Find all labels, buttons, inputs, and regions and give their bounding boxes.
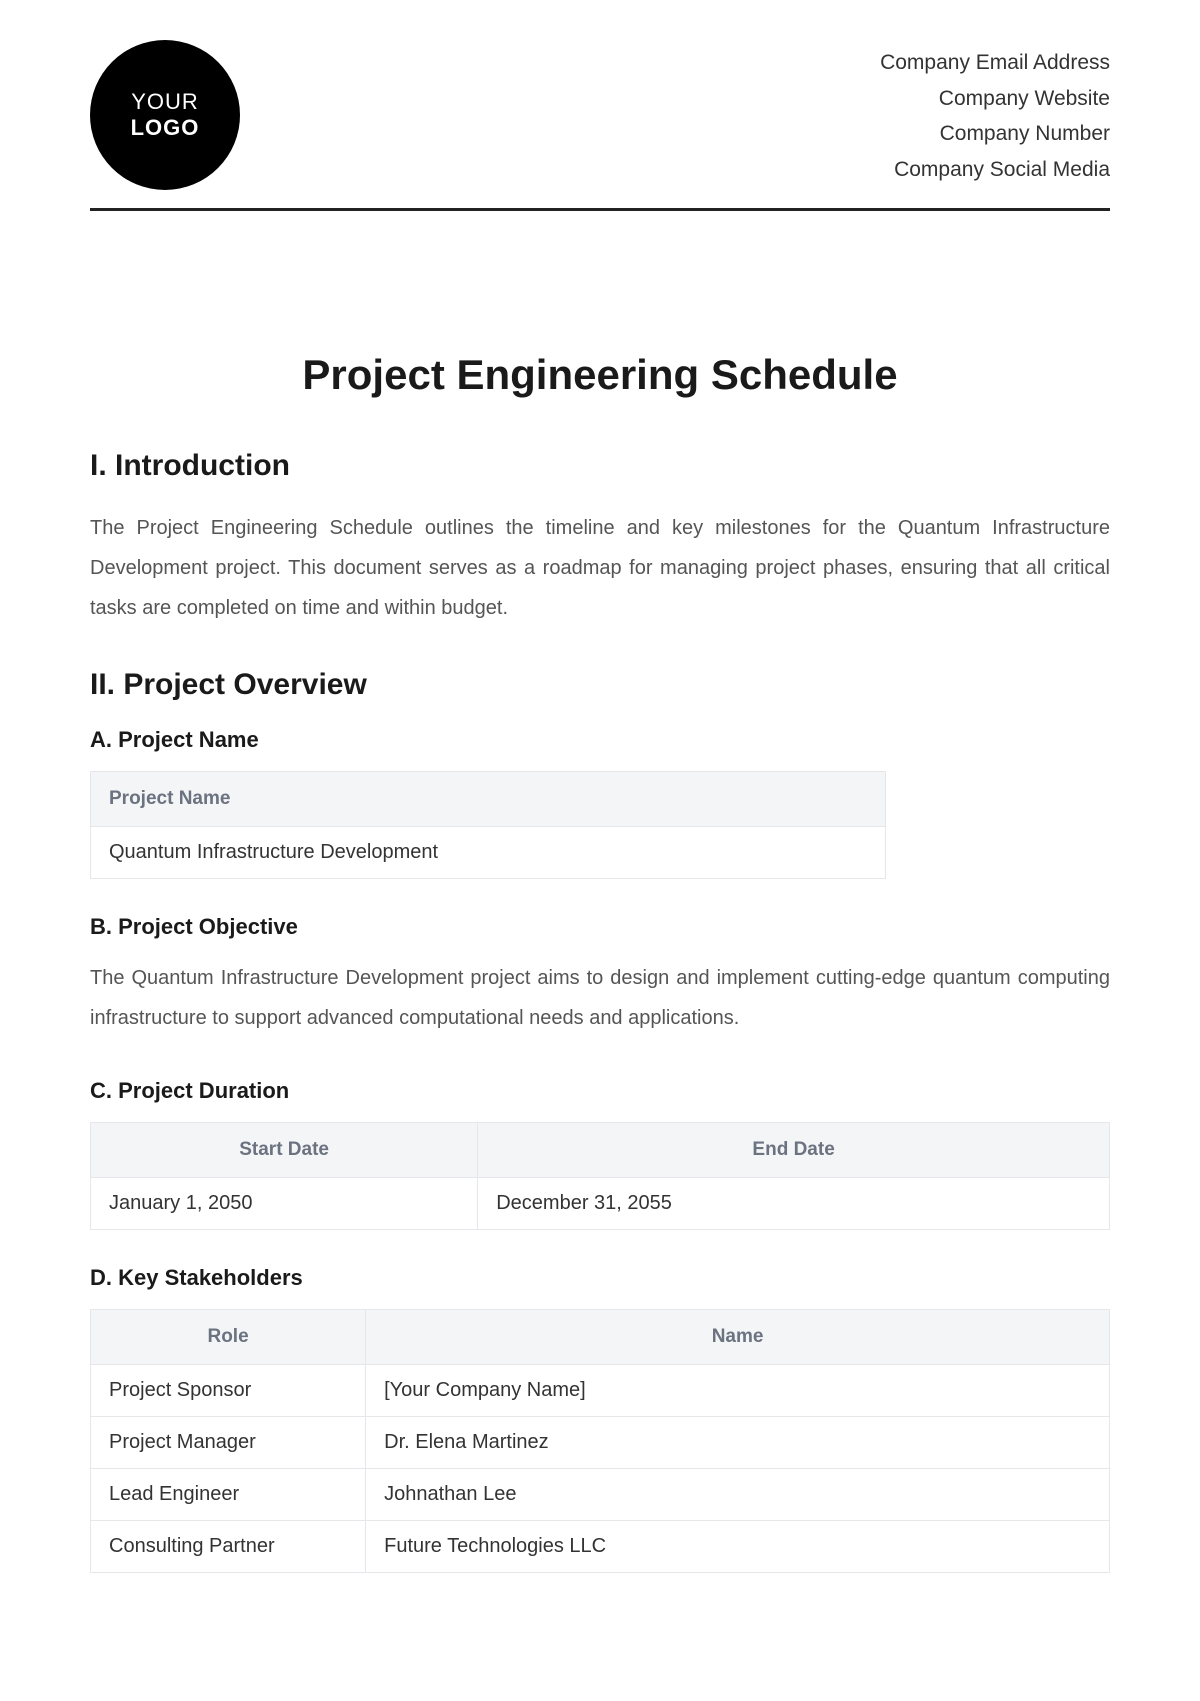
table-row: January 1, 2050 December 31, 2055: [91, 1178, 1110, 1230]
objective-body: The Quantum Infrastructure Development p…: [90, 958, 1110, 1038]
table-row: Consulting Partner Future Technologies L…: [91, 1521, 1110, 1573]
company-info-block: Company Email Address Company Website Co…: [880, 40, 1110, 188]
project-name-table: Project Name Quantum Infrastructure Deve…: [90, 771, 886, 879]
table-row: Project Sponsor [Your Company Name]: [91, 1365, 1110, 1417]
company-social: Company Social Media: [880, 152, 1110, 188]
duration-table: Start Date End Date January 1, 2050 Dece…: [90, 1122, 1110, 1230]
section-overview-heading: II. Project Overview: [90, 668, 1110, 702]
stakeholders-table: Role Name Project Sponsor [Your Company …: [90, 1309, 1110, 1573]
table-row: Quantum Infrastructure Development: [91, 827, 886, 879]
project-name-header: Project Name: [91, 772, 886, 827]
stakeholder-role: Consulting Partner: [91, 1521, 366, 1573]
duration-start-value: January 1, 2050: [91, 1178, 478, 1230]
table-row: Project Manager Dr. Elena Martinez: [91, 1417, 1110, 1469]
company-email: Company Email Address: [880, 45, 1110, 81]
logo-text-line2: LOGO: [131, 115, 200, 141]
subsection-project-name-heading: A. Project Name: [90, 727, 1110, 753]
duration-header-end: End Date: [478, 1123, 1110, 1178]
stakeholder-role: Project Manager: [91, 1417, 366, 1469]
table-row: Lead Engineer Johnathan Lee: [91, 1469, 1110, 1521]
header-divider: [90, 208, 1110, 211]
subsection-duration-heading: C. Project Duration: [90, 1078, 1110, 1104]
logo-text-line1: YOUR: [131, 89, 199, 115]
introduction-body: The Project Engineering Schedule outline…: [90, 508, 1110, 628]
duration-header-start: Start Date: [91, 1123, 478, 1178]
stakeholder-name: Future Technologies LLC: [366, 1521, 1110, 1573]
section-introduction-heading: I. Introduction: [90, 449, 1110, 483]
subsection-stakeholders-heading: D. Key Stakeholders: [90, 1265, 1110, 1291]
company-number: Company Number: [880, 116, 1110, 152]
stakeholder-name: Johnathan Lee: [366, 1469, 1110, 1521]
stakeholders-header-role: Role: [91, 1310, 366, 1365]
stakeholders-header-name: Name: [366, 1310, 1110, 1365]
document-title: Project Engineering Schedule: [90, 351, 1110, 399]
stakeholder-role: Project Sponsor: [91, 1365, 366, 1417]
company-website: Company Website: [880, 81, 1110, 117]
duration-end-value: December 31, 2055: [478, 1178, 1110, 1230]
stakeholder-name: [Your Company Name]: [366, 1365, 1110, 1417]
logo-placeholder: YOUR LOGO: [90, 40, 240, 190]
project-name-value: Quantum Infrastructure Development: [91, 827, 886, 879]
subsection-objective-heading: B. Project Objective: [90, 914, 1110, 940]
stakeholder-role: Lead Engineer: [91, 1469, 366, 1521]
stakeholder-name: Dr. Elena Martinez: [366, 1417, 1110, 1469]
header-row: YOUR LOGO Company Email Address Company …: [90, 40, 1110, 190]
